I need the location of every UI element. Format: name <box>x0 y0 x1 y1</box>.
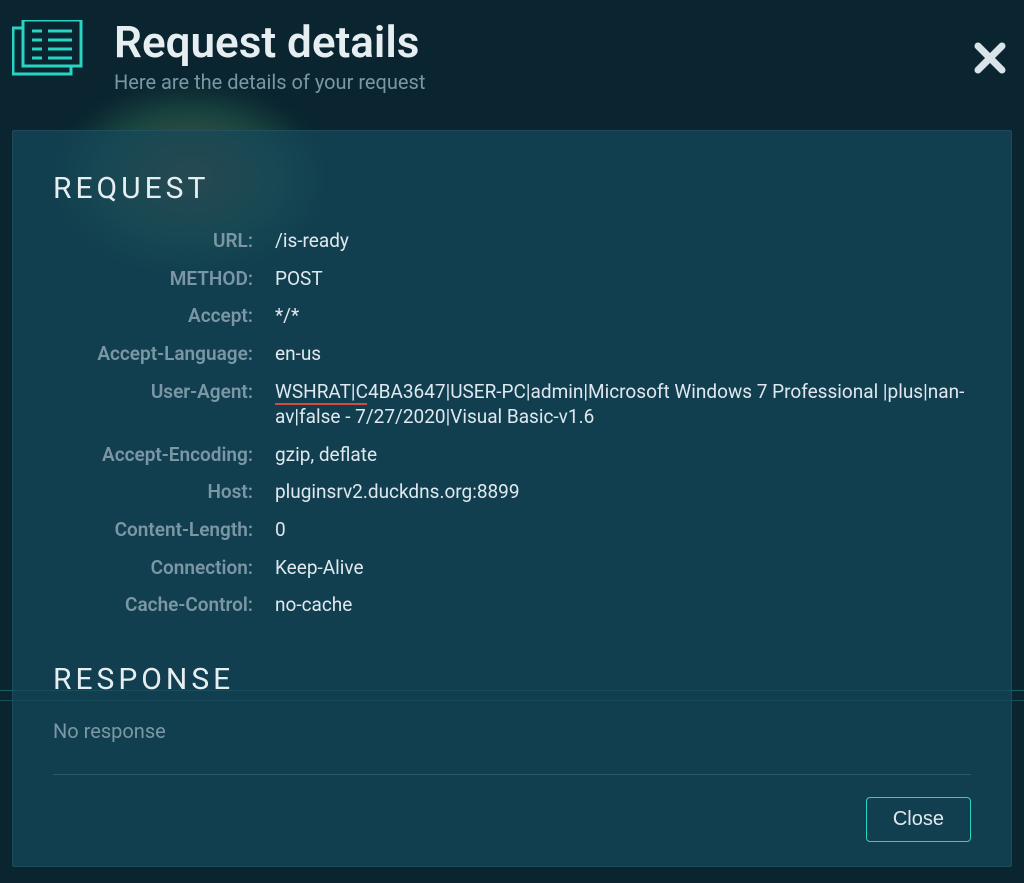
field-label: Accept-Encoding: <box>53 442 253 466</box>
field-row-accept-language: Accept-Language: en-us <box>53 341 971 367</box>
response-section-title: RESPONSE <box>53 662 971 697</box>
field-row-user-agent: User-Agent: WSHRAT|C4BA3647|USER-PC|admi… <box>53 379 971 430</box>
field-row-connection: Connection: Keep-Alive <box>53 555 971 581</box>
dialog-subtitle: Here are the details of your request <box>114 70 425 94</box>
field-row-cache-control: Cache-Control: no-cache <box>53 592 971 618</box>
request-fields: URL: /is-ready METHOD: POST Accept: */* … <box>53 228 971 618</box>
field-row-accept: Accept: */* <box>53 303 971 329</box>
field-value: no-cache <box>275 592 971 618</box>
field-label: METHOD: <box>53 266 253 290</box>
field-label: Connection: <box>53 555 253 579</box>
field-row-method: METHOD: POST <box>53 266 971 292</box>
user-agent-text: WSHRAT|C4BA3647|USER-PC|admin|Microsoft … <box>275 380 964 429</box>
field-row-host: Host: pluginsrv2.duckdns.org:8899 <box>53 479 971 505</box>
field-value: gzip, deflate <box>275 442 971 468</box>
field-value: 0 <box>275 517 971 543</box>
field-value: en-us <box>275 341 971 367</box>
field-label: Host: <box>53 479 253 503</box>
request-details-icon <box>12 20 90 86</box>
field-value: /is-ready <box>275 228 971 254</box>
field-value: Keep-Alive <box>275 555 971 581</box>
field-value: POST <box>275 266 971 292</box>
close-button[interactable]: Close <box>866 797 971 842</box>
response-section: RESPONSE No response <box>53 662 971 743</box>
field-value: */* <box>275 303 971 329</box>
dialog-header: Request details Here are the details of … <box>12 18 1012 94</box>
dialog-panel: REQUEST URL: /is-ready METHOD: POST Acce… <box>12 130 1012 867</box>
field-row-content-length: Content-Length: 0 <box>53 517 971 543</box>
request-section-title: REQUEST <box>53 171 971 206</box>
field-label: User-Agent: <box>53 379 253 403</box>
dialog-title: Request details <box>114 18 425 66</box>
close-icon[interactable] <box>974 42 1006 78</box>
field-label: Content-Length: <box>53 517 253 541</box>
field-row-accept-encoding: Accept-Encoding: gzip, deflate <box>53 442 971 468</box>
field-value: WSHRAT|C4BA3647|USER-PC|admin|Microsoft … <box>275 379 971 430</box>
field-value: pluginsrv2.duckdns.org:8899 <box>275 479 971 505</box>
field-row-url: URL: /is-ready <box>53 228 971 254</box>
dialog-footer: Close <box>53 775 971 842</box>
field-label: Accept: <box>53 303 253 327</box>
field-label: URL: <box>53 228 253 252</box>
no-response-text: No response <box>53 719 971 743</box>
field-label: Accept-Language: <box>53 341 253 365</box>
highlight-underline <box>275 403 367 405</box>
field-label: Cache-Control: <box>53 592 253 616</box>
